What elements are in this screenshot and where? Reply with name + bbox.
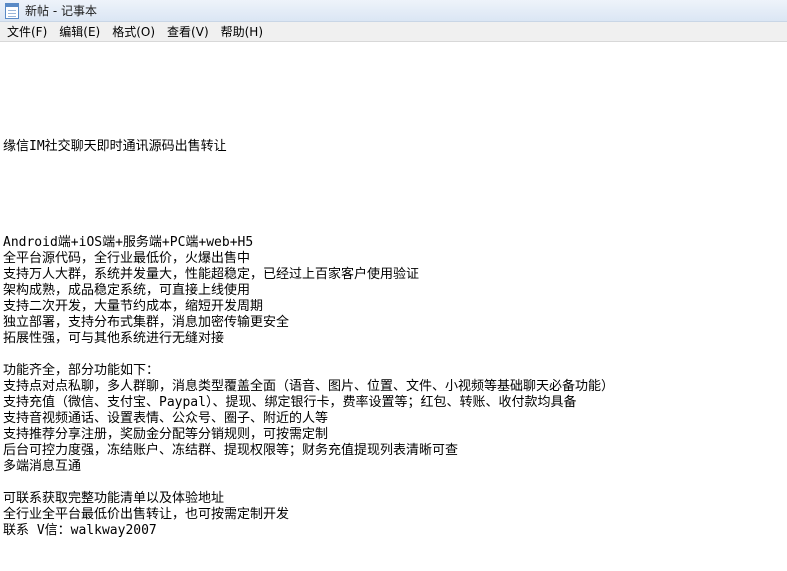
text-line bbox=[3, 475, 614, 491]
text-line: 全行业全平台最低价出售转让，也可按需定制开发 bbox=[3, 507, 290, 522]
text-line: Android端+iOS端+服务端+PC端+web+H5 bbox=[3, 235, 254, 250]
text-line: 支持万人大群，系统并发量大，性能超稳定，已经过上百家客户使用验证 bbox=[3, 267, 420, 282]
title-bar: 新帖 - 记事本 bbox=[0, 0, 787, 22]
text-line: 支持推荐分享注册，奖励金分配等分销规则，可按需定制 bbox=[3, 427, 329, 442]
text-line: 支持点对点私聊，多人群聊，消息类型覆盖全面（语音、图片、位置、文件、小视频等基础… bbox=[3, 379, 615, 394]
notepad-icon bbox=[5, 2, 19, 19]
text-editor[interactable]: 缘信IM社交聊天即时通讯源码出售转让 Android端+iOS端+服务端+PC端+… bbox=[0, 43, 787, 571]
text-line: 支持充值（微信、支付宝、Paypal）、提现、绑定银行卡，费率设置等；红包、转账… bbox=[3, 395, 577, 410]
menu-format[interactable]: 格式(O) bbox=[107, 22, 160, 42]
text-line: 多端消息互通 bbox=[3, 459, 82, 474]
text-line bbox=[3, 91, 614, 107]
text-line: 拓展性强，可与其他系统进行无缝对接 bbox=[3, 331, 225, 346]
editor-text-content: 缘信IM社交聊天即时通讯源码出售转让 Android端+iOS端+服务端+PC端+… bbox=[3, 91, 614, 539]
text-line: 全平台源代码，全行业最低价，火爆出售中 bbox=[3, 251, 251, 266]
menu-bar: 文件(F) 编辑(E) 格式(O) 查看(V) 帮助(H) bbox=[0, 22, 787, 42]
window-title: 新帖 - 记事本 bbox=[25, 4, 97, 18]
menu-view[interactable]: 查看(V) bbox=[162, 22, 214, 42]
text-line: 支持二次开发，大量节约成本，缩短开发周期 bbox=[3, 299, 264, 314]
text-line: 架构成熟，成品稳定系统，可直接上线使用 bbox=[3, 283, 251, 298]
text-line: 后台可控力度强，冻结账户、冻结群、提现权限等；财务充值提现列表清晰可查 bbox=[3, 443, 459, 458]
text-line bbox=[3, 107, 614, 123]
text-line bbox=[3, 123, 614, 139]
menu-help[interactable]: 帮助(H) bbox=[216, 22, 268, 42]
text-line bbox=[3, 347, 614, 363]
text-line bbox=[3, 203, 614, 219]
text-line bbox=[3, 171, 614, 187]
text-line: 缘信IM社交聊天即时通讯源码出售转让 bbox=[3, 139, 227, 154]
text-line: 独立部署，支持分布式集群，消息加密传输更安全 bbox=[3, 315, 290, 330]
text-line bbox=[3, 219, 614, 235]
text-line: 联系 V信：walkway2007 bbox=[3, 523, 157, 538]
text-line bbox=[3, 187, 614, 203]
text-line: 支持音视频通话、设置表情、公众号、圈子、附近的人等 bbox=[3, 411, 329, 426]
menu-file[interactable]: 文件(F) bbox=[2, 22, 52, 42]
text-line: 可联系获取完整功能清单以及体验地址 bbox=[3, 491, 225, 506]
text-line: 功能齐全，部分功能如下： bbox=[3, 363, 160, 378]
menu-edit[interactable]: 编辑(E) bbox=[54, 22, 105, 42]
text-line bbox=[3, 155, 614, 171]
